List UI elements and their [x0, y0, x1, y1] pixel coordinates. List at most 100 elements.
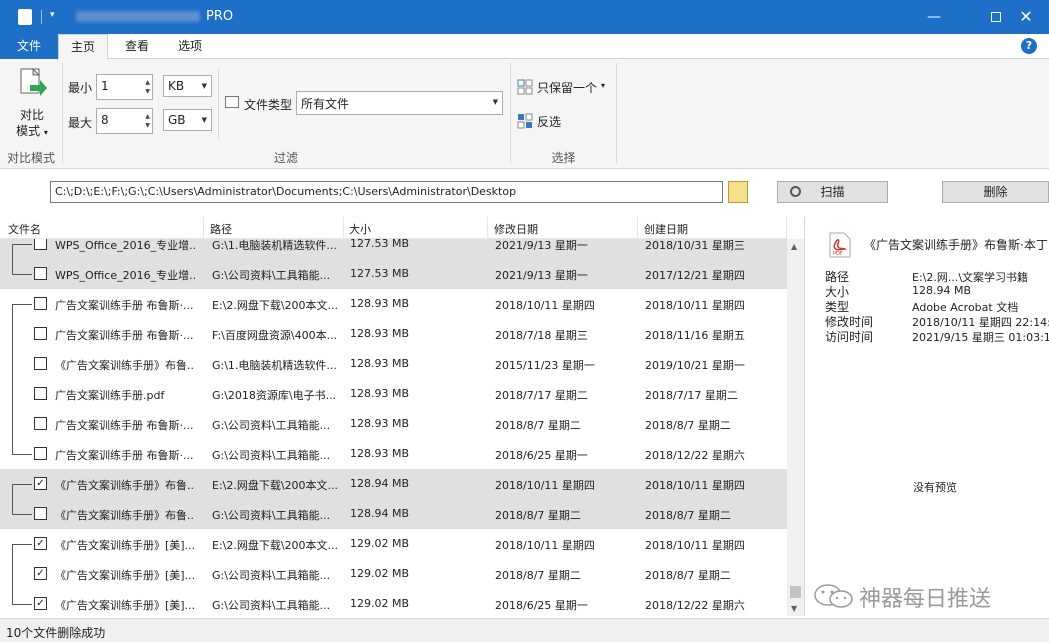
app-name-blurred — [76, 11, 200, 22]
watermark: 神器每日推送 — [813, 581, 1045, 612]
table-row[interactable]: 《广告文案训练手册》布鲁... G:\1.电脑装机精选软件... 128.93 MB… — [0, 349, 787, 379]
quick-access-dropdown-icon[interactable]: ▾ — [50, 10, 55, 20]
cell-created: 2017/12/21 星期四 — [645, 269, 745, 282]
table-row[interactable]: WPS_Office_2016_专业增... G:\公司资料\工具箱能... 127… — [0, 259, 787, 289]
table-row[interactable]: 广告文案训练手册 布鲁斯·... G:\公司资料\工具箱能... 128.93 MB… — [0, 409, 787, 439]
table-row[interactable]: 广告文案训练手册 布鲁斯·... E:\2.网盘下载\200本文... 128.93… — [0, 289, 787, 319]
table-row[interactable]: WPS_Office_2016_专业增... G:\1.电脑装机精选软件... 12… — [0, 239, 787, 259]
group-divider — [62, 63, 63, 163]
table-row[interactable]: 广告文案训练手册 布鲁斯·... G:\公司资料\工具箱能... 128.93 MB… — [0, 439, 787, 469]
cell-size: 128.93 MB — [350, 447, 410, 460]
detail-value-type: Adobe Acrobat 文档 — [912, 301, 1019, 314]
cell-created: 2018/10/11 星期四 — [645, 479, 745, 492]
col-header-created[interactable]: 创建日期 — [644, 221, 688, 237]
cell-filename: 《广告文案训练手册》[美]... — [55, 569, 195, 582]
ribbon: 对比 模式 ▾ 对比模式 最小 1 ▲ ▼ KB ▼ 最大 8 ▲ ▼ GB ▼… — [0, 59, 1049, 169]
column-divider[interactable] — [487, 217, 488, 239]
row-checkbox[interactable] — [34, 327, 47, 340]
cell-path: G:\1.电脑装机精选软件... — [212, 359, 337, 372]
keep-one-label: 只保留一个 — [537, 81, 598, 95]
table-row[interactable]: ✓ 《广告文案训练手册》[美]... G:\公司资料\工具箱能... 129.02 M… — [0, 559, 787, 589]
row-checkbox[interactable] — [34, 297, 47, 310]
row-checkbox[interactable] — [34, 239, 47, 250]
table-row[interactable]: ✓ 《广告文案训练手册》[美]... E:\2.网盘下载\200本文... 129.0… — [0, 529, 787, 559]
browse-folder-button[interactable] — [728, 181, 748, 203]
row-checkbox[interactable] — [34, 417, 47, 430]
tab-home[interactable]: 主页 — [58, 34, 108, 60]
delete-label: 删除 — [983, 185, 1008, 199]
stepper-down-icon[interactable]: ▼ — [145, 123, 150, 129]
stepper-up-icon[interactable]: ▲ — [145, 80, 150, 86]
tab-options[interactable]: 选项 — [165, 34, 215, 59]
scroll-down-icon[interactable]: ▼ — [791, 604, 797, 613]
max-size-stepper[interactable]: 8 ▲ ▼ — [96, 108, 153, 134]
delete-button[interactable]: 删除 — [942, 181, 1049, 203]
col-header-name[interactable]: 文件名 — [8, 221, 41, 237]
filter-group-label: 过滤 — [273, 151, 298, 165]
cell-size: 128.94 MB — [350, 477, 410, 490]
col-header-size[interactable]: 大小 — [349, 221, 371, 237]
compare-mode-button[interactable]: 对比 模式 ▾ — [6, 63, 58, 143]
help-icon[interactable]: ? — [1021, 38, 1037, 54]
row-checkbox[interactable]: ✓ — [34, 597, 47, 610]
column-divider[interactable] — [343, 217, 344, 239]
vertical-scrollbar[interactable]: ▲ ▼ — [787, 239, 804, 616]
cell-size: 127.53 MB — [350, 239, 410, 250]
status-bar: 10个文件删除成功 — [0, 618, 1049, 642]
tab-view[interactable]: 查看 — [112, 34, 162, 59]
row-checkbox[interactable]: ✓ — [34, 477, 47, 490]
maximize-icon — [991, 12, 1001, 22]
cell-filename: WPS_Office_2016_专业增... — [55, 239, 195, 252]
cell-filename: 广告文案训练手册 布鲁斯·... — [55, 449, 194, 462]
file-type-select[interactable]: 所有文件 ▼ — [296, 91, 503, 115]
min-size-stepper[interactable]: 1 ▲ ▼ — [96, 74, 153, 100]
row-checkbox[interactable] — [34, 267, 47, 280]
cell-path: G:\2018资源库\电子书... — [212, 389, 337, 402]
cell-path: G:\公司资料\工具箱能... — [212, 419, 331, 432]
scan-button[interactable]: 扫描 — [777, 181, 888, 203]
detail-file-title: 《广告文案训练手册》布鲁斯·本丁 — [864, 238, 1048, 252]
group-bracket-tick — [12, 604, 32, 605]
table-row[interactable]: 《广告文案训练手册》布鲁... G:\公司资料\工具箱能... 128.94 MB 2… — [0, 499, 787, 529]
cell-path: F:\百度网盘资源\400本... — [212, 329, 338, 342]
table-row[interactable]: 广告文案训练手册 布鲁斯·... F:\百度网盘资源\400本... 128.93 … — [0, 319, 787, 349]
cell-filename: 《广告文案训练手册》[美]... — [55, 599, 195, 612]
min-unit-select[interactable]: KB ▼ — [163, 75, 212, 97]
stepper-down-icon[interactable]: ▼ — [145, 89, 150, 95]
table-row[interactable]: ✓ 《广告文案训练手册》布鲁... E:\2.网盘下载\200本文... 128.94… — [0, 469, 787, 499]
detail-value-path: E:\2.网...\文案学习书籍 — [912, 271, 1029, 284]
cell-path: G:\公司资料\工具箱能... — [212, 509, 331, 522]
cell-modified: 2021/9/13 星期一 — [495, 269, 588, 282]
cell-path: E:\2.网盘下载\200本文... — [212, 539, 338, 552]
cell-created: 2018/12/22 星期六 — [645, 599, 745, 612]
table-row[interactable]: ✓ 《广告文案训练手册》[美]... G:\公司资料\工具箱能... 129.02 M… — [0, 589, 787, 616]
column-divider[interactable] — [637, 217, 638, 239]
tab-file[interactable]: 文件 — [0, 34, 58, 59]
row-checkbox[interactable] — [34, 447, 47, 460]
group-bracket-tick — [12, 304, 32, 305]
close-button[interactable]: ✕ — [1003, 0, 1049, 34]
column-divider[interactable] — [203, 217, 204, 239]
row-checkbox[interactable] — [34, 357, 47, 370]
group-divider — [510, 63, 511, 163]
scroll-up-icon[interactable]: ▲ — [791, 242, 797, 251]
invert-selection-button[interactable]: 反选 — [517, 111, 577, 131]
table-row[interactable]: 广告文案训练手册.pdf G:\2018资源库\电子书... 128.93 MB 20… — [0, 379, 787, 409]
col-header-modified[interactable]: 修改日期 — [494, 221, 538, 237]
row-checkbox[interactable]: ✓ — [34, 537, 47, 550]
file-type-icon — [225, 96, 239, 108]
minimize-button[interactable]: — — [911, 0, 957, 34]
max-unit-select[interactable]: GB ▼ — [163, 109, 212, 131]
scan-path-input[interactable]: C:\;D:\;E:\;F:\;G:\;C:\Users\Administrat… — [50, 181, 723, 203]
row-checkbox[interactable] — [34, 507, 47, 520]
watermark-text: 神器每日推送 — [859, 587, 992, 612]
window-title: PRO — [76, 9, 233, 24]
scroll-thumb[interactable] — [790, 586, 801, 598]
row-checkbox[interactable] — [34, 387, 47, 400]
col-header-path[interactable]: 路径 — [210, 221, 232, 237]
cell-path: G:\公司资料\工具箱能... — [212, 449, 331, 462]
row-checkbox[interactable]: ✓ — [34, 567, 47, 580]
cell-path: G:\公司资料\工具箱能... — [212, 569, 331, 582]
stepper-up-icon[interactable]: ▲ — [145, 114, 150, 120]
cell-created: 2019/10/21 星期一 — [645, 359, 745, 372]
